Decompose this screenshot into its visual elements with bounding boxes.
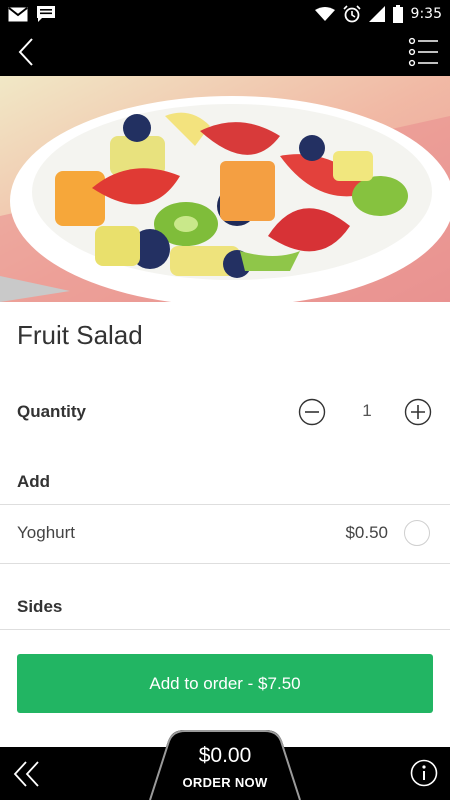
add-to-order-button[interactable]: Add to order - $7.50: [17, 654, 433, 713]
alarm-icon: [342, 5, 361, 23]
order-now-label: ORDER NOW: [182, 775, 268, 790]
wifi-icon: [314, 6, 335, 21]
option-radio[interactable]: [404, 520, 430, 546]
back-button[interactable]: [12, 36, 44, 68]
app-bar: [0, 28, 450, 76]
clock: 9:35: [410, 6, 442, 22]
chevron-left-icon: [18, 38, 33, 66]
signal-icon: [368, 6, 385, 22]
double-chevron-left-icon: [13, 761, 39, 787]
plus-circle-icon: [404, 398, 432, 426]
previous-button[interactable]: [12, 759, 42, 789]
info-icon: [410, 759, 438, 787]
quantity-stepper: Quantity 1: [0, 390, 450, 436]
option-row-yoghurt[interactable]: Yoghurt $0.50: [0, 505, 450, 563]
quantity-value: 1: [362, 401, 372, 420]
quantity-label: Quantity: [17, 402, 86, 421]
minus-circle-icon: [298, 398, 326, 426]
list-menu-icon: [408, 37, 438, 67]
sides-section-heading: Sides: [17, 597, 63, 616]
option-name: Yoghurt: [17, 523, 75, 542]
divider: [0, 563, 450, 564]
product-title: Fruit Salad: [17, 320, 143, 350]
battery-icon: [392, 5, 403, 23]
option-price: $0.50: [345, 523, 388, 542]
status-bar: 9:35: [0, 0, 450, 28]
divider: [0, 629, 450, 630]
info-button[interactable]: [410, 759, 438, 787]
decrease-quantity-button[interactable]: [298, 398, 326, 426]
gmail-icon: [8, 6, 28, 21]
message-icon: [37, 6, 55, 22]
add-section-heading: Add: [17, 472, 51, 491]
order-total: $0.00: [198, 744, 252, 767]
menu-button[interactable]: [408, 36, 440, 68]
fruit-salad-image: [0, 76, 450, 302]
product-image: [0, 76, 450, 302]
increase-quantity-button[interactable]: [404, 398, 432, 426]
